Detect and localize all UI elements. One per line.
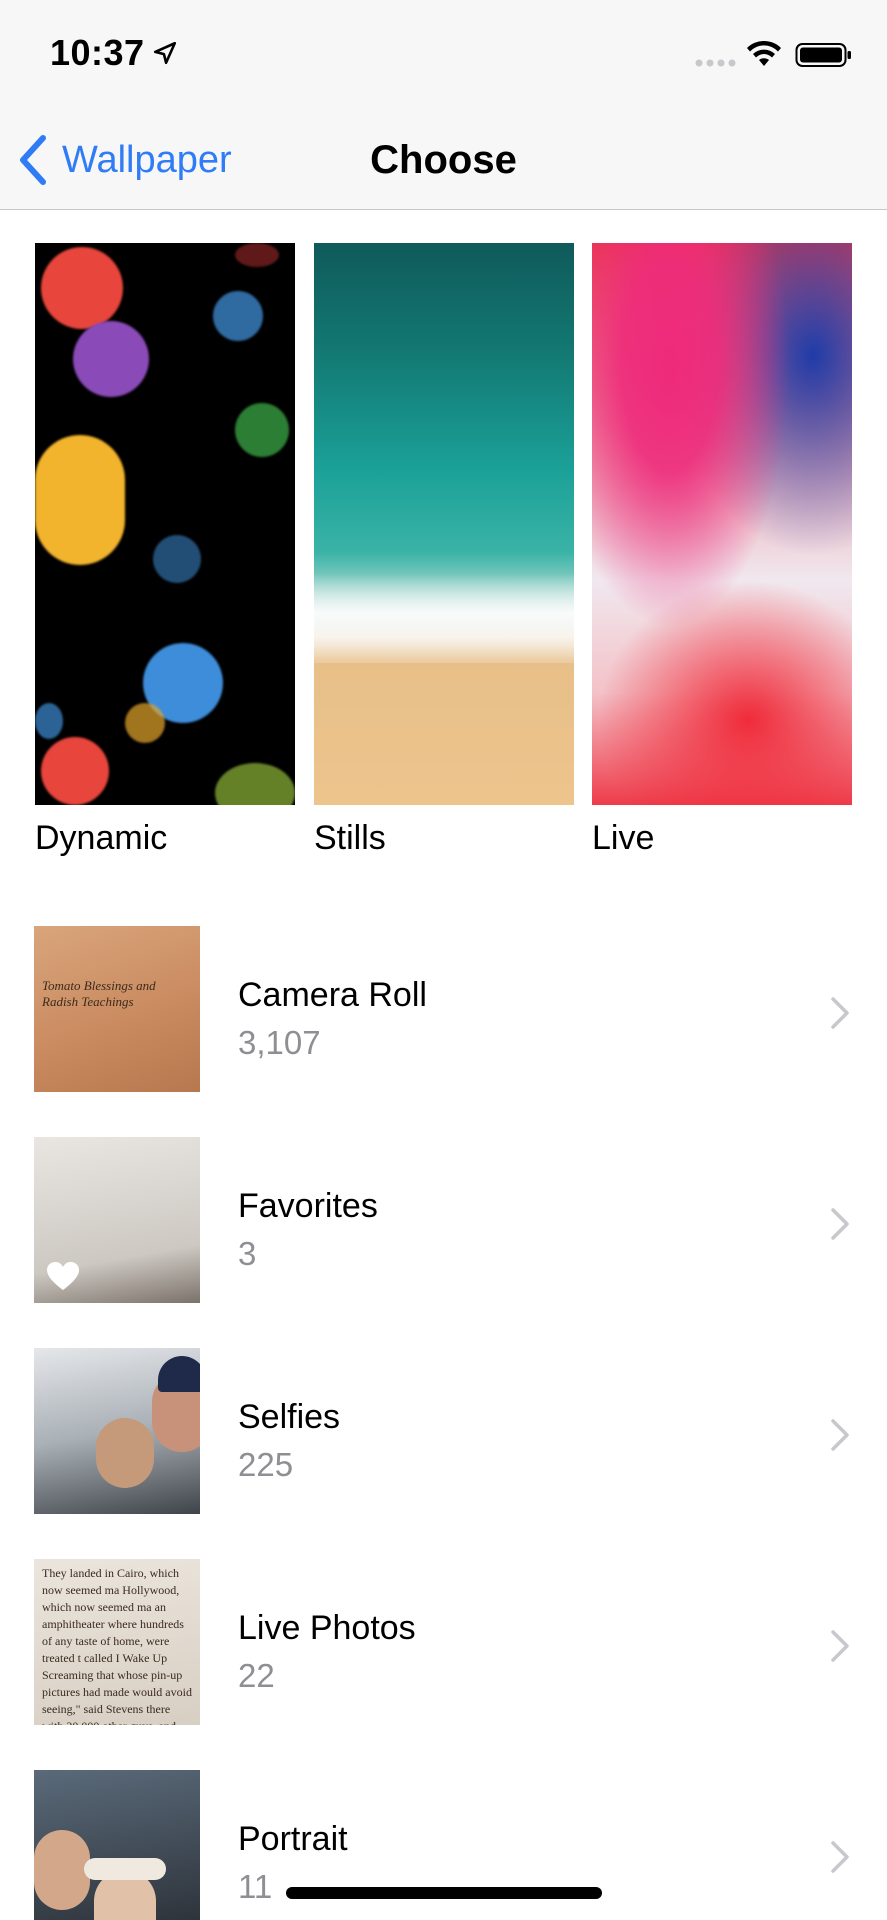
status-bar: 10:37 <box>0 0 887 110</box>
disclosure-chevron-icon <box>831 1630 849 1662</box>
face-shape <box>34 1830 90 1910</box>
navigation-bar: Choose Wallpaper <box>0 110 887 210</box>
location-arrow-icon <box>153 41 177 65</box>
home-indicator[interactable] <box>286 1887 602 1899</box>
disclosure-chevron-icon <box>831 997 849 1029</box>
category-label: Live <box>592 819 655 857</box>
hat-shape <box>84 1858 166 1880</box>
back-button-label: Wallpaper <box>62 138 232 181</box>
disclosure-chevron-icon <box>831 1208 849 1240</box>
heart-icon <box>47 1262 79 1290</box>
beanie-shape <box>158 1356 200 1392</box>
status-time: 10:37 <box>50 32 145 73</box>
album-list: Tomato Blessings and Radish Teachings Ca… <box>0 920 887 1920</box>
album-thumbnail <box>34 1770 200 1920</box>
album-thumbnail: They landed in Cairo, which now seemed m… <box>34 1559 200 1725</box>
wifi-icon <box>747 40 781 66</box>
live-wallpaper-thumbnail <box>592 243 852 805</box>
thumbnail-book-text: They landed in Cairo, which now seemed m… <box>42 1566 192 1725</box>
wave-foam <box>314 573 574 663</box>
category-dynamic[interactable]: Dynamic <box>35 243 295 858</box>
disclosure-chevron-icon <box>831 1419 849 1451</box>
album-name: Camera Roll <box>238 976 427 1014</box>
stills-wallpaper-thumbnail <box>314 243 574 805</box>
face-shape <box>96 1418 154 1488</box>
album-camera-roll[interactable]: Tomato Blessings and Radish Teachings Ca… <box>0 920 887 1131</box>
category-live[interactable]: Live <box>592 243 852 858</box>
page-title-text: Choose <box>370 138 517 182</box>
disclosure-chevron-icon <box>831 1841 849 1873</box>
album-count: 11 <box>238 1868 273 1905</box>
album-name: Portrait <box>238 1820 348 1858</box>
album-name: Live Photos <box>238 1609 416 1647</box>
album-count: 225 <box>238 1446 294 1483</box>
album-count: 3 <box>238 1235 257 1272</box>
thumbnail-book-title: Tomato Blessings and Radish Teachings <box>42 978 156 1009</box>
album-thumbnail: Tomato Blessings and Radish Teachings <box>34 926 200 1092</box>
album-thumbnail <box>34 1348 200 1514</box>
album-count: 3,107 <box>238 1024 321 1061</box>
album-favorites[interactable]: Favorites 3 <box>0 1131 887 1342</box>
album-name: Selfies <box>238 1398 341 1436</box>
dynamic-wallpaper-thumbnail <box>35 243 295 805</box>
wallpaper-categories: Dynamic Stills Live <box>0 243 887 863</box>
album-thumbnail <box>34 1137 200 1303</box>
battery-icon <box>795 43 851 67</box>
back-chevron-icon <box>20 135 46 185</box>
signal-icon <box>695 59 736 67</box>
category-stills[interactable]: Stills <box>314 243 574 858</box>
album-selfies[interactable]: Selfies 225 <box>0 1342 887 1553</box>
album-live-photos[interactable]: They landed in Cairo, which now seemed m… <box>0 1553 887 1764</box>
category-label: Dynamic <box>35 819 168 857</box>
back-button[interactable]: Wallpaper <box>18 130 232 190</box>
album-name: Favorites <box>238 1187 378 1225</box>
album-count: 22 <box>238 1657 275 1694</box>
category-label: Stills <box>314 819 386 857</box>
